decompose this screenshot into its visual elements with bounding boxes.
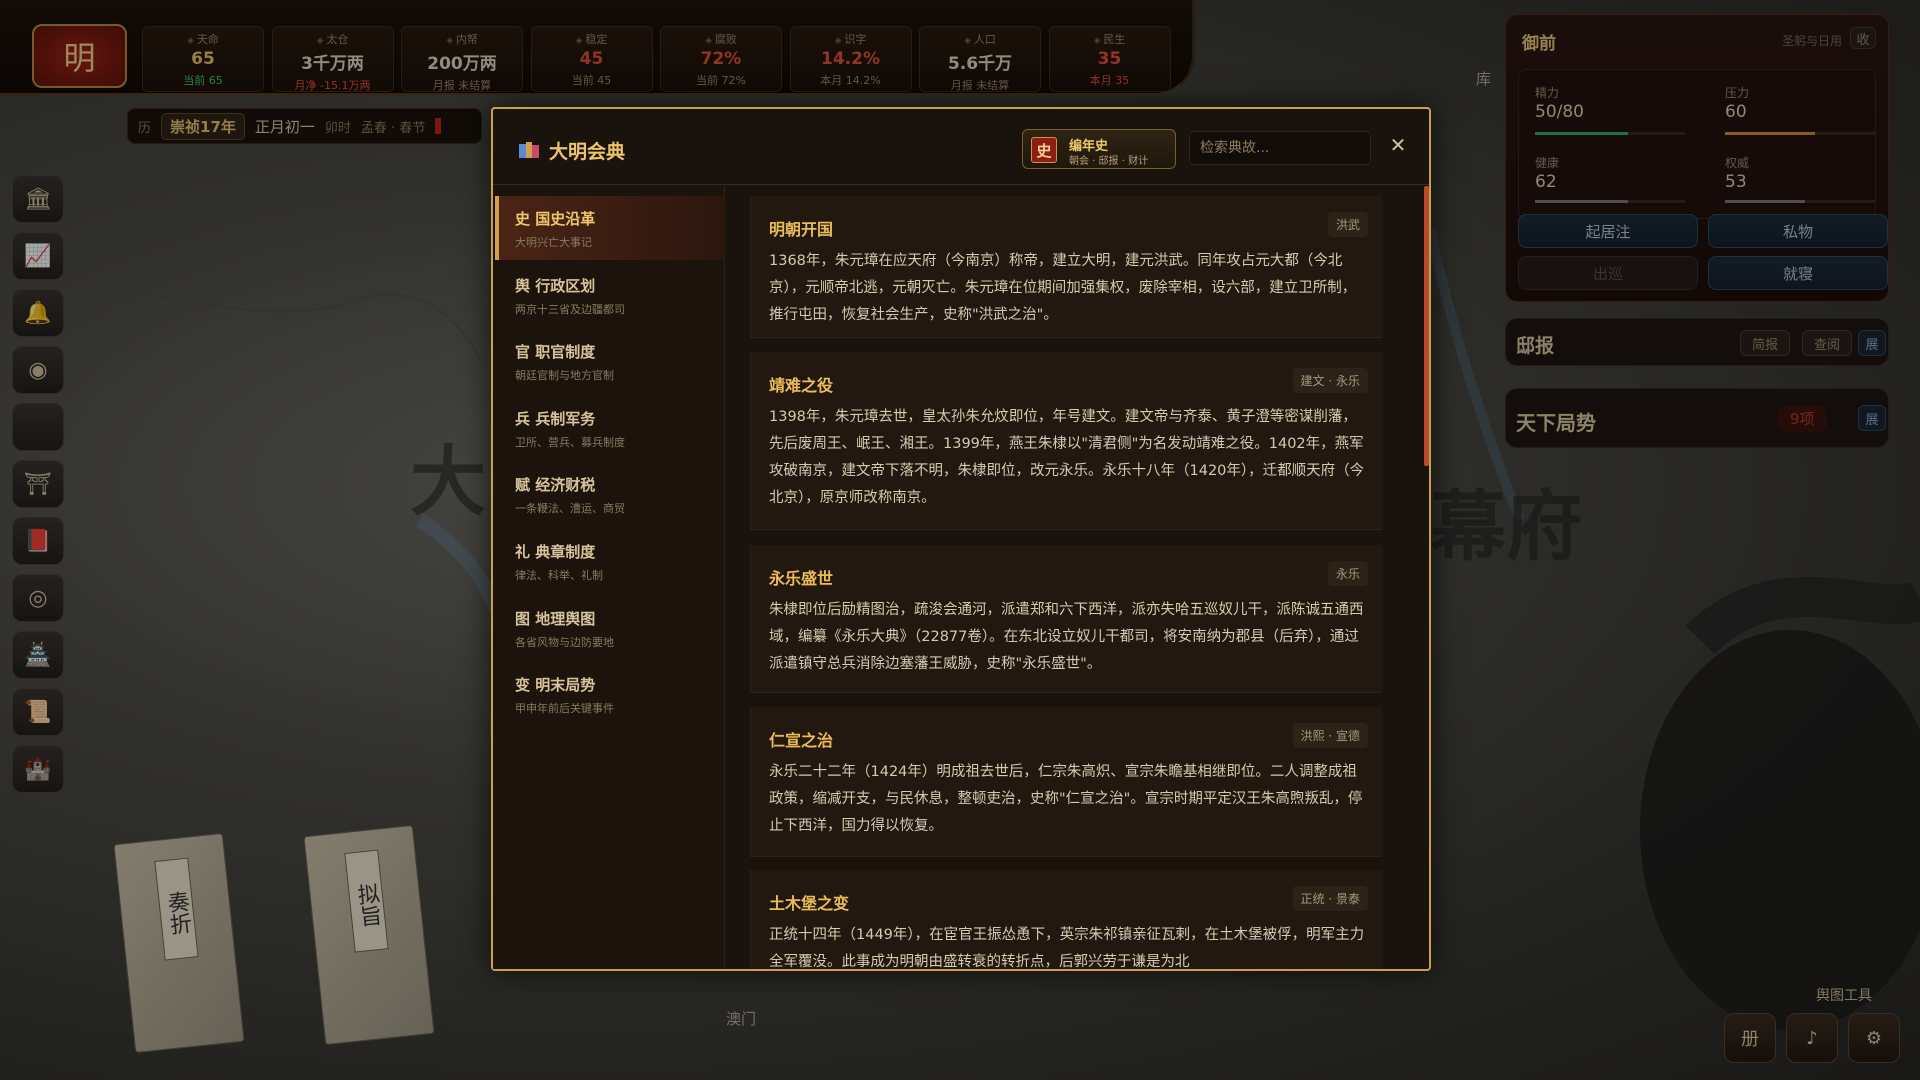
- nav-item-subtitle: 律法、科举、礼制: [515, 569, 603, 582]
- nav-item-title: 兵 兵制军务: [515, 409, 596, 428]
- nav-item-title: 史 国史沿革: [515, 210, 596, 228]
- nav-item-title: 官 职官制度: [515, 343, 596, 362]
- nav-item-title: 礼 典章制度: [515, 543, 596, 561]
- nav-item-subtitle: 各省风物与边防要地: [515, 635, 614, 649]
- nav-item-finance[interactable]: 赋 经济财税一条鞭法、漕运、商贸: [495, 462, 725, 526]
- entry-body: 1398年，朱元璋去世，皇太孙朱允炆即位，年号建文。建文帝与齐泰、黄子澄等密谋削…: [769, 409, 1365, 506]
- nav-item-subtitle: 朝廷官制与地方官制: [515, 369, 614, 383]
- history-seal-icon: 史: [1031, 137, 1057, 163]
- entry-title: 永乐盛世: [769, 569, 834, 588]
- search-input[interactable]: [1189, 131, 1371, 165]
- entry-era-tag: 永乐: [1327, 561, 1368, 586]
- nav-item-subtitle: 甲申年前后关键事件: [515, 702, 614, 716]
- modal-title: 大明会典: [549, 141, 626, 163]
- history-entry[interactable]: 土木堡之变 正统 · 景泰正统十四年（1449年），在宦官王振怂恿下，英宗朱祁镇亲…: [750, 870, 1382, 969]
- entry-body: 永乐二十二年（1424年）明成祖去世后，仁宗朱高炽、宣宗朱瞻基相继即位。二人调整…: [769, 764, 1363, 834]
- entry-body: 1368年，朱元璋在应天府（今南京）称帝，建立大明，建元洪武。同年攻占元大都（今…: [769, 253, 1357, 323]
- history-entry[interactable]: 明朝开国 洪武 1368年，朱元璋在应天府（今南京）称帝，建立大明，建元洪武。同年攻…: [750, 196, 1382, 338]
- history-entry[interactable]: 靖难之役 建文 · 永乐 1398年，朱元璋去世，皇太孙朱允炆即位，年号建文。建文帝…: [750, 352, 1382, 530]
- entry-era-tag: 正统 · 景泰: [1292, 886, 1368, 911]
- content-scrollbar[interactable]: [1424, 186, 1429, 466]
- nav-item-institutions[interactable]: 礼 典章制度律法、科举、礼制: [495, 529, 725, 593]
- nav-item-late-ming[interactable]: 变 明末局势甲申年前后关键事件: [495, 662, 725, 726]
- entry-era-tag: 建文 · 永乐: [1292, 368, 1368, 393]
- entry-era-tag: 洪武: [1327, 212, 1368, 237]
- da-ming-huidian-modal: 大明会典 史 编年史 朝会 · 邸报 · 财计 ✕ 史 国史沿革大明兴亡大事记舆…: [491, 107, 1431, 971]
- entry-body: 朱棣即位后励精图治，疏浚会通河，派遣郑和六下西洋，派亦失哈五巡奴儿干，派陈诚五通…: [769, 602, 1364, 672]
- nav-item-subtitle: 两京十三省及边疆都司: [515, 302, 625, 316]
- entry-title: 明朝开国: [769, 220, 834, 239]
- modal-header: 大明会典 史 编年史 朝会 · 邸报 · 财计 ✕: [493, 109, 1429, 185]
- modal-content[interactable]: 明朝开国 洪武 1368年，朱元璋在应天府（今南京）称帝，建立大明，建元洪武。同年攻…: [726, 186, 1429, 969]
- chronicle-button-subtitle: 朝会 · 邸报 · 财计: [1069, 156, 1149, 167]
- nav-item-subtitle: 一条鞭法、漕运、商贸: [515, 502, 625, 516]
- entry-body: 正统十四年（1449年），在宦官王振怂恿下，英宗朱祁镇亲征瓦剌，在土木堡被俘，明…: [769, 927, 1365, 969]
- nav-item-title: 赋 经济财税: [515, 476, 596, 495]
- close-icon[interactable]: ✕: [1384, 131, 1412, 159]
- entry-title: 土木堡之变: [769, 894, 850, 913]
- nav-item-subtitle: 大明兴亡大事记: [515, 236, 592, 249]
- entry-title: 靖难之役: [769, 376, 834, 395]
- nav-item-admin-divisions[interactable]: 舆 行政区划两京十三省及边疆都司: [495, 263, 725, 327]
- nav-item-military[interactable]: 兵 兵制军务卫所、营兵、募兵制度: [495, 396, 725, 460]
- modal-category-nav: 史 国史沿革大明兴亡大事记舆 行政区划两京十三省及边疆都司官 职官制度朝廷官制与…: [493, 186, 725, 969]
- chronicle-button[interactable]: 史 编年史 朝会 · 邸报 · 财计: [1022, 129, 1176, 169]
- nav-item-title: 舆 行政区划: [515, 276, 596, 295]
- history-entry[interactable]: 仁宣之治 洪熙 · 宣德永乐二十二年（1424年）明成祖去世后，仁宗朱高炽、宣宗朱…: [750, 707, 1382, 857]
- history-entry[interactable]: 永乐盛世 永乐朱棣即位后励精图治，疏浚会通河，派遣郑和六下西洋，派亦失哈五巡奴儿干…: [750, 545, 1382, 693]
- nav-item-official-system[interactable]: 官 职官制度朝廷官制与地方官制: [495, 329, 725, 393]
- entry-era-tag: 洪熙 · 宣德: [1292, 723, 1368, 748]
- nav-item-title: 变 明末局势: [515, 676, 596, 695]
- books-icon: [519, 142, 539, 158]
- nav-item-geography[interactable]: 图 地理舆图各省风物与边防要地: [495, 596, 725, 660]
- nav-item-history[interactable]: 史 国史沿革大明兴亡大事记: [495, 196, 725, 260]
- entry-title: 仁宣之治: [769, 731, 834, 750]
- nav-item-subtitle: 卫所、营兵、募兵制度: [515, 435, 625, 449]
- nav-item-title: 图 地理舆图: [515, 609, 596, 628]
